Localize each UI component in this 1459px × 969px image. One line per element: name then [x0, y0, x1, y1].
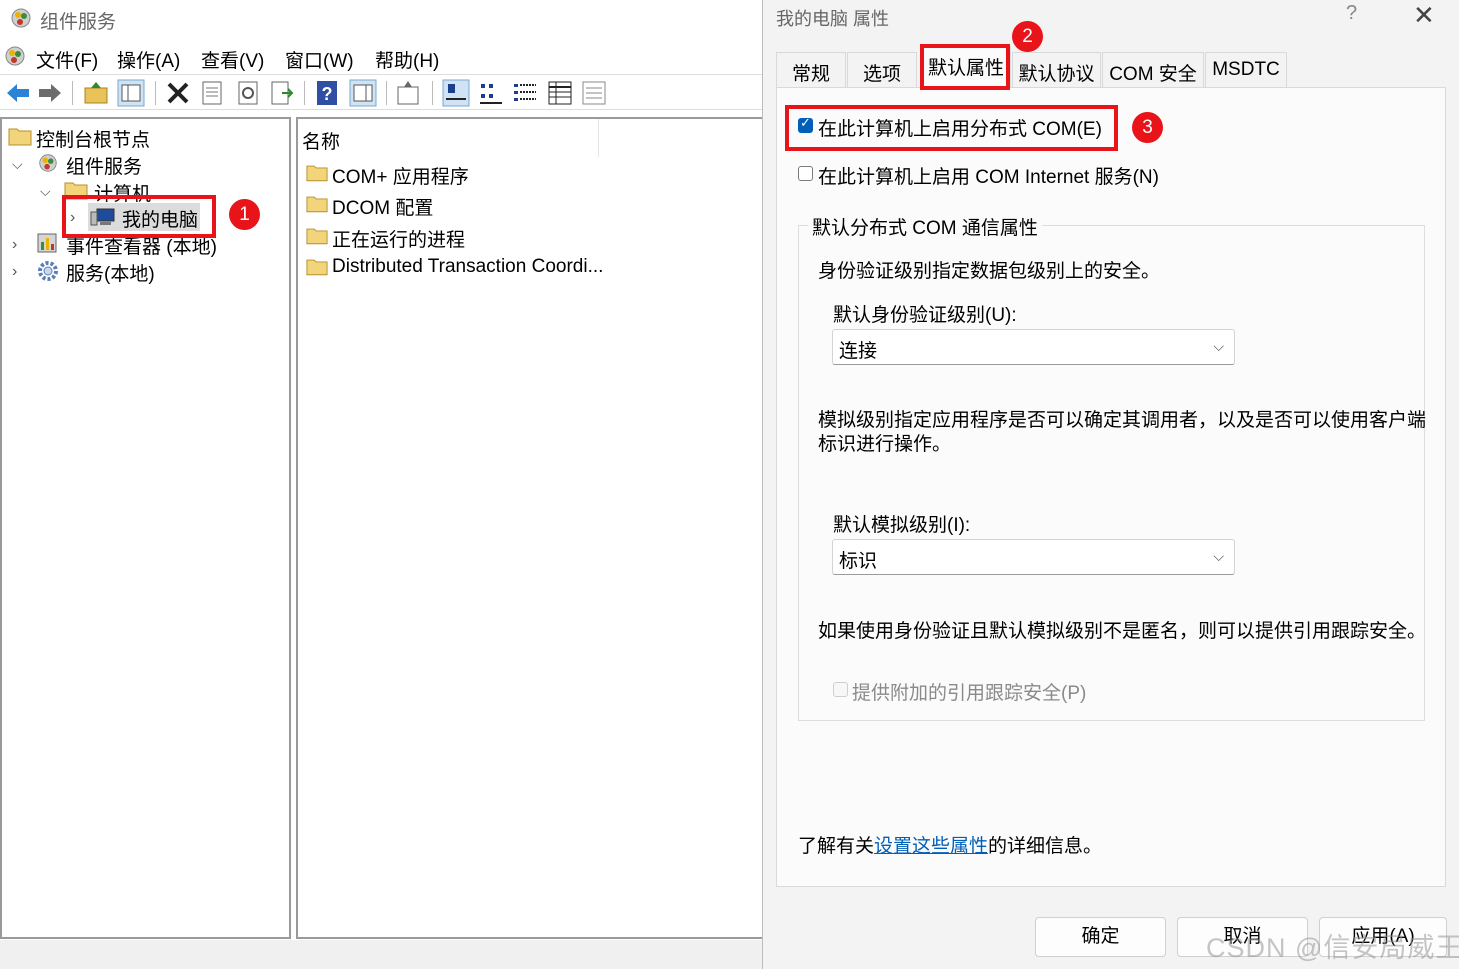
large-icons-view-icon[interactable] — [442, 79, 470, 107]
annotation-box-1 — [62, 195, 216, 238]
reference-tracking-label: 提供附加的引用跟踪安全(P) — [852, 683, 1087, 704]
small-icons-view-icon[interactable] — [477, 79, 505, 107]
console-tree: 控制台根节点 ⌵ 组件服务 ⌵ 计算机 我的电脑 › › 事件查看器 (本地) … — [0, 117, 291, 939]
component-services-icon — [11, 8, 31, 28]
folder-icon — [306, 259, 328, 276]
impersonation-level-label: 默认模拟级别(I): — [833, 515, 971, 536]
event-viewer-icon — [37, 233, 57, 253]
system-menu-icon[interactable] — [2, 44, 28, 68]
annotation-badge-1: 1 — [229, 199, 260, 230]
more-info-text: 了解有关设置这些属性的详细信息。 — [798, 831, 1102, 858]
enable-com-internet-services-label[interactable]: 在此计算机上启用 COM Internet 服务(N) — [818, 162, 1159, 189]
tab-com-security[interactable]: COM 安全 — [1102, 52, 1204, 87]
impersonation-description-line-1: 模拟级别指定应用程序是否可以确定其调用者，以及是否可以使用客户端 — [818, 410, 1427, 431]
properties-icon[interactable] — [198, 79, 226, 107]
chevron-down-icon[interactable]: ⌵ — [40, 183, 51, 200]
svg-text:?: ? — [322, 84, 333, 104]
results-list: 名称 COM+ 应用程序 DCOM 配置 正在运行的进程 Distributed… — [296, 117, 770, 939]
folder-icon — [306, 228, 328, 245]
group-title: 默认分布式 COM 通信属性 — [808, 213, 1042, 240]
more-info-suffix: 的详细信息。 — [988, 836, 1103, 857]
dialog-title: 我的电脑 属性 — [776, 9, 890, 29]
list-item[interactable]: Distributed Transaction Coordi... — [306, 256, 606, 280]
list-item[interactable]: COM+ 应用程序 — [306, 162, 606, 188]
help-icon[interactable]: ? — [313, 79, 341, 107]
list-item-label: DCOM 配置 — [332, 198, 434, 219]
detail-view-icon[interactable] — [546, 79, 574, 107]
tree-component-services[interactable]: 组件服务 — [36, 152, 236, 178]
chevron-right-icon[interactable]: › — [12, 236, 17, 254]
forward-arrow-icon[interactable] — [36, 79, 64, 107]
menu-view[interactable]: 查看(V) — [201, 46, 264, 73]
impersonation-level-value: 标识 — [839, 551, 878, 572]
status-bar — [0, 940, 770, 969]
auth-level-value: 连接 — [839, 341, 878, 362]
tab-options[interactable]: 选项 — [847, 52, 917, 87]
chevron-down-icon: ⌵ — [1213, 338, 1224, 354]
impersonation-description-line-2: 标识进行操作。 — [818, 434, 952, 455]
column-header-name[interactable]: 名称 — [302, 127, 340, 154]
impersonation-level-select[interactable]: 标识 ⌵ — [832, 539, 1235, 575]
tree-services-label: 服务(本地) — [66, 264, 155, 285]
folder-icon — [306, 196, 328, 213]
settings-help-link[interactable]: 设置这些属性 — [874, 836, 988, 857]
tree-root-node[interactable]: 控制台根节点 — [8, 125, 268, 151]
menu-window[interactable]: 窗口(W) — [285, 46, 354, 73]
reference-tracking-checkbox — [833, 682, 848, 697]
menu-help[interactable]: 帮助(H) — [375, 46, 439, 73]
list-item-label: COM+ 应用程序 — [332, 167, 469, 188]
menu-action[interactable]: 操作(A) — [117, 46, 180, 73]
tab-default-protocols[interactable]: 默认协议 — [1012, 52, 1101, 87]
customize-view-icon[interactable] — [580, 79, 608, 107]
back-arrow-icon[interactable] — [4, 79, 32, 107]
list-view-icon[interactable] — [511, 79, 539, 107]
window-title: 组件服务 — [40, 12, 117, 33]
component-services-icon — [39, 154, 57, 172]
tree-root-label: 控制台根节点 — [36, 130, 151, 151]
show-hide-tree-icon[interactable] — [117, 79, 145, 107]
toolbar: ? — [0, 74, 770, 110]
delete-icon[interactable] — [164, 79, 192, 107]
list-item-label: 正在运行的进程 — [332, 230, 466, 251]
title-bar: 组件服务 — [0, 0, 770, 38]
component-services-window: 组件服务 文件(F) 操作(A) 查看(V) 窗口(W) 帮助(H) ? 控制台… — [0, 0, 770, 969]
menu-file[interactable]: 文件(F) — [36, 46, 98, 73]
gear-icon — [38, 261, 58, 281]
menu-bar: 文件(F) 操作(A) 查看(V) 窗口(W) 帮助(H) — [0, 40, 770, 72]
refresh-icon[interactable] — [234, 79, 262, 107]
more-info-prefix: 了解有关 — [798, 836, 875, 857]
folder-icon — [8, 128, 32, 146]
tree-services[interactable]: 服务(本地) — [36, 259, 236, 285]
auth-level-label: 默认身份验证级别(U): — [833, 305, 1017, 326]
show-hide-action-pane-icon[interactable] — [349, 79, 377, 107]
list-item[interactable]: DCOM 配置 — [306, 193, 606, 219]
list-item[interactable]: 正在运行的进程 — [306, 225, 606, 251]
reference-tracking-description: 如果使用身份验证且默认模拟级别不是匿名，则可以提供引用跟踪安全。 — [818, 621, 1427, 642]
auth-level-select[interactable]: 连接 ⌵ — [832, 329, 1235, 365]
chevron-right-icon[interactable]: › — [12, 263, 17, 281]
chevron-down-icon[interactable]: ⌵ — [12, 156, 23, 173]
tab-general[interactable]: 常规 — [776, 52, 846, 87]
close-button[interactable]: ✕ — [1413, 0, 1435, 31]
export-list-icon[interactable] — [268, 79, 296, 107]
annotation-badge-2: 2 — [1012, 21, 1043, 52]
auth-level-description: 身份验证级别指定数据包级别上的安全。 — [818, 261, 1161, 282]
enable-com-internet-services-checkbox[interactable] — [798, 166, 813, 181]
folder-icon — [306, 165, 328, 182]
list-item-label: Distributed Transaction Coordi... — [332, 256, 604, 277]
new-window-icon[interactable] — [394, 79, 422, 107]
up-folder-icon[interactable] — [82, 79, 110, 107]
ok-button[interactable]: 确定 — [1035, 917, 1166, 957]
annotation-box-2 — [920, 44, 1010, 90]
annotation-box-3 — [785, 105, 1118, 151]
help-button[interactable]: ? — [1346, 2, 1357, 25]
annotation-badge-3: 3 — [1132, 112, 1163, 143]
column-divider[interactable] — [598, 119, 599, 157]
watermark: CSDN @信安局威王 — [1206, 933, 1459, 963]
chevron-down-icon: ⌵ — [1213, 548, 1224, 564]
tree-component-services-label: 组件服务 — [66, 157, 143, 178]
tab-msdtc[interactable]: MSDTC — [1205, 52, 1287, 87]
